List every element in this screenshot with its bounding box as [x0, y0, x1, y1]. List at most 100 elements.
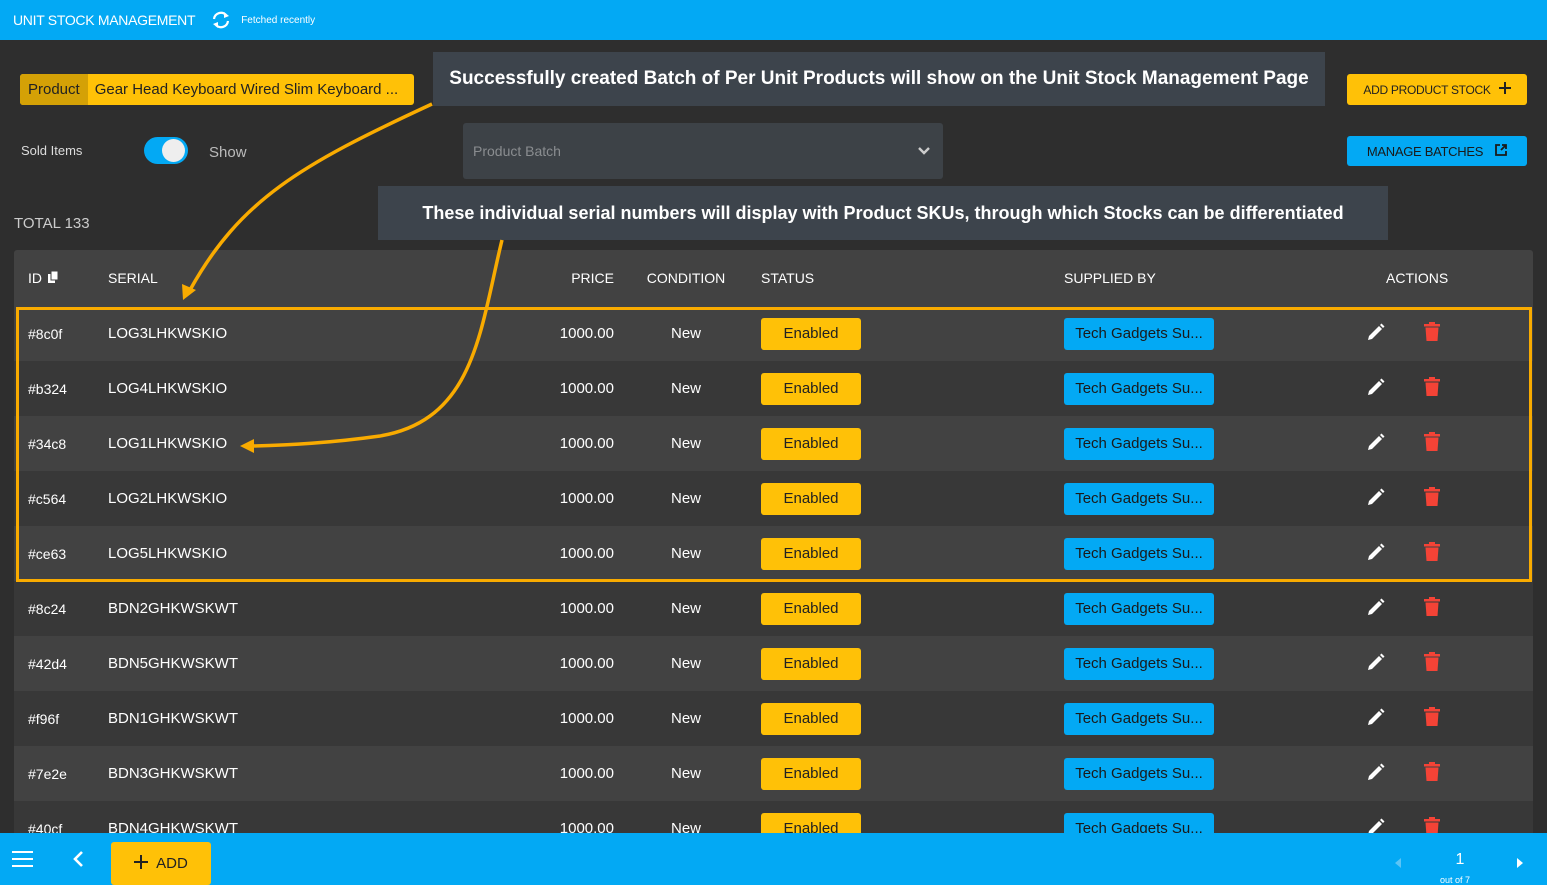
- status-badge[interactable]: Enabled: [761, 537, 861, 570]
- table-header: ID SERIAL PRICE CONDITION STATUS SUPPLIE…: [14, 250, 1533, 306]
- delete-icon[interactable]: [1424, 376, 1440, 401]
- delete-icon[interactable]: [1424, 541, 1440, 566]
- cell-price: 1000.00: [559, 710, 614, 727]
- cell-id: #c564: [28, 490, 67, 507]
- supplier-badge[interactable]: Tech Gadgets Su...: [1064, 592, 1214, 625]
- supplier-badge[interactable]: Tech Gadgets Su...: [1064, 372, 1214, 405]
- cell-condition: New: [670, 325, 701, 342]
- cell-condition: New: [670, 655, 701, 672]
- cell-condition: New: [670, 380, 701, 397]
- column-header-price[interactable]: PRICE: [528, 270, 628, 286]
- product-filter-value[interactable]: Gear Head Keyboard Wired Slim Keyboard .…: [88, 74, 414, 105]
- supplier-badge[interactable]: Tech Gadgets Su...: [1064, 757, 1214, 790]
- edit-icon[interactable]: [1366, 377, 1386, 401]
- column-header-status[interactable]: STATUS: [744, 270, 996, 286]
- cell-id: #8c0f: [28, 325, 63, 342]
- table-row[interactable]: #42d4 BDN5GHKWSKWT 1000.00 New Enabled T…: [14, 636, 1533, 691]
- cell-status: Enabled: [744, 537, 996, 570]
- table-row[interactable]: #34c8 LOG1LHKWSKIO 1000.00 New Enabled T…: [14, 416, 1533, 471]
- cell-actions: [1296, 596, 1533, 621]
- external-link-icon: [1495, 143, 1507, 159]
- product-filter-label: Product: [20, 74, 88, 105]
- cell-serial: LOG3LHKWSKIO: [108, 325, 228, 342]
- previous-page-icon[interactable]: [1394, 855, 1402, 873]
- plus-icon: [134, 854, 149, 873]
- add-product-stock-button[interactable]: ADD PRODUCT STOCK: [1347, 74, 1527, 105]
- status-badge[interactable]: Enabled: [761, 647, 861, 680]
- cell-actions: [1296, 321, 1533, 346]
- supplier-badge[interactable]: Tech Gadgets Su...: [1064, 482, 1214, 515]
- edit-icon[interactable]: [1366, 432, 1386, 456]
- column-header-condition[interactable]: CONDITION: [628, 270, 744, 286]
- column-header-actions: ACTIONS: [1386, 270, 1449, 286]
- cell-status: Enabled: [744, 317, 996, 350]
- edit-icon[interactable]: [1366, 707, 1386, 731]
- column-header-serial[interactable]: SERIAL: [108, 270, 528, 286]
- column-header-id[interactable]: ID: [14, 270, 108, 286]
- status-badge[interactable]: Enabled: [761, 317, 861, 350]
- supplier-badge[interactable]: Tech Gadgets Su...: [1064, 317, 1214, 350]
- edit-icon[interactable]: [1366, 597, 1386, 621]
- table-body: #8c0f LOG3LHKWSKIO 1000.00 New Enabled T…: [14, 306, 1533, 856]
- cell-serial: LOG4LHKWSKIO: [108, 380, 228, 397]
- menu-icon[interactable]: [12, 851, 34, 872]
- plus-icon: [1498, 82, 1511, 97]
- status-badge[interactable]: Enabled: [761, 372, 861, 405]
- table-row[interactable]: #8c24 BDN2GHKWSKWT 1000.00 New Enabled T…: [14, 581, 1533, 636]
- delete-icon[interactable]: [1424, 321, 1440, 346]
- edit-icon[interactable]: [1366, 322, 1386, 346]
- edit-icon[interactable]: [1366, 542, 1386, 566]
- supplier-badge[interactable]: Tech Gadgets Su...: [1064, 647, 1214, 680]
- copy-icon[interactable]: [48, 270, 59, 286]
- cell-id: #34c8: [28, 435, 67, 452]
- product-filter[interactable]: Product Gear Head Keyboard Wired Slim Ke…: [20, 74, 414, 105]
- manage-batches-button[interactable]: MANAGE BATCHES: [1347, 136, 1527, 166]
- table-row[interactable]: #b324 LOG4LHKWSKIO 1000.00 New Enabled T…: [14, 361, 1533, 416]
- delete-icon[interactable]: [1424, 596, 1440, 621]
- product-batch-select[interactable]: Product Batch: [463, 123, 943, 179]
- status-badge[interactable]: Enabled: [761, 482, 861, 515]
- cell-status: Enabled: [744, 427, 996, 460]
- table-row[interactable]: #ce63 LOG5LHKWSKIO 1000.00 New Enabled T…: [14, 526, 1533, 581]
- table-row[interactable]: #c564 LOG2LHKWSKIO 1000.00 New Enabled T…: [14, 471, 1533, 526]
- bottom-toolbar: ADD 1 out of 7: [0, 833, 1547, 885]
- edit-icon[interactable]: [1366, 652, 1386, 676]
- sold-items-toggle-label: Show: [209, 144, 247, 161]
- cell-price: 1000.00: [559, 325, 614, 342]
- page-title: UNIT STOCK MANAGEMENT: [13, 12, 196, 28]
- cell-status: Enabled: [744, 647, 996, 680]
- cell-condition: New: [670, 600, 701, 617]
- cell-condition: New: [670, 545, 701, 562]
- add-button[interactable]: ADD: [111, 842, 211, 885]
- delete-icon[interactable]: [1424, 486, 1440, 511]
- status-badge[interactable]: Enabled: [761, 427, 861, 460]
- cell-actions: [1296, 376, 1533, 401]
- edit-icon[interactable]: [1366, 487, 1386, 511]
- chevron-down-icon: [917, 143, 931, 161]
- edit-icon[interactable]: [1366, 762, 1386, 786]
- refresh-icon[interactable]: [211, 10, 231, 30]
- delete-icon[interactable]: [1424, 761, 1440, 786]
- table-row[interactable]: #8c0f LOG3LHKWSKIO 1000.00 New Enabled T…: [14, 306, 1533, 361]
- status-badge[interactable]: Enabled: [761, 757, 861, 790]
- delete-icon[interactable]: [1424, 706, 1440, 731]
- table-row[interactable]: #7e2e BDN3GHKWSKWT 1000.00 New Enabled T…: [14, 746, 1533, 801]
- manage-batches-label: MANAGE BATCHES: [1366, 143, 1484, 159]
- status-badge[interactable]: Enabled: [761, 702, 861, 735]
- delete-icon[interactable]: [1424, 431, 1440, 456]
- cell-id: #8c24: [28, 600, 67, 617]
- column-header-supplied-by[interactable]: SUPPLIED BY: [996, 270, 1296, 286]
- table-row[interactable]: #f96f BDN1GHKWSKWT 1000.00 New Enabled T…: [14, 691, 1533, 746]
- cell-serial: BDN5GHKWSKWT: [108, 655, 239, 672]
- status-badge[interactable]: Enabled: [761, 592, 861, 625]
- cell-price: 1000.00: [559, 765, 614, 782]
- cell-serial: LOG5LHKWSKIO: [108, 545, 228, 562]
- supplier-badge[interactable]: Tech Gadgets Su...: [1064, 427, 1214, 460]
- product-batch-placeholder: Product Batch: [473, 143, 561, 159]
- back-chevron-icon[interactable]: [72, 850, 84, 873]
- sold-items-toggle[interactable]: [144, 137, 188, 164]
- next-page-icon[interactable]: [1516, 855, 1524, 873]
- supplier-badge[interactable]: Tech Gadgets Su...: [1064, 702, 1214, 735]
- supplier-badge[interactable]: Tech Gadgets Su...: [1064, 537, 1214, 570]
- delete-icon[interactable]: [1424, 651, 1440, 676]
